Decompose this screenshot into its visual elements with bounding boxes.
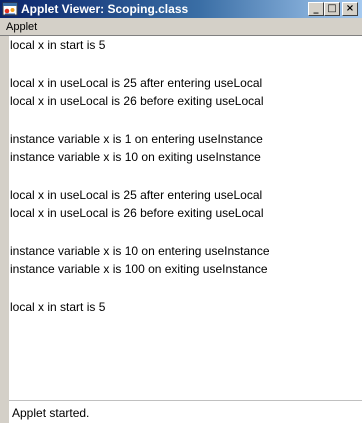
maximize-button[interactable]: □	[324, 2, 340, 16]
menu-bar: Applet	[0, 18, 362, 36]
output-line: local x in useLocal is 25 after entering…	[10, 76, 263, 90]
java-applet-icon[interactable]	[2, 1, 18, 17]
status-bar: Applet started.	[9, 400, 362, 423]
output-line: local x in start is 5	[10, 38, 106, 52]
output-line: local x in useLocal is 26 before exiting…	[10, 94, 264, 108]
output-line: instance variable x is 1 on entering use…	[10, 132, 263, 146]
title-bar[interactable]: Applet Viewer: Scoping.class _ □ ×	[0, 0, 362, 18]
output-line: instance variable x is 10 on entering us…	[10, 244, 270, 258]
output-line: local x in start is 5	[10, 300, 106, 314]
applet-output-area: local x in start is 5 local x in useLoca…	[9, 36, 362, 400]
output-line: instance variable x is 10 on exiting use…	[10, 150, 261, 164]
menu-applet[interactable]: Applet	[6, 20, 37, 34]
output-line: local x in useLocal is 25 after entering…	[10, 188, 263, 202]
applet-viewer-window: Applet Viewer: Scoping.class _ □ × Apple…	[0, 0, 362, 423]
status-text: Applet started.	[12, 406, 90, 420]
window-title: Applet Viewer: Scoping.class	[21, 2, 189, 16]
output-line: local x in useLocal is 26 before exiting…	[10, 206, 264, 220]
output-line: instance variable x is 100 on exiting us…	[10, 262, 268, 276]
minimize-button[interactable]: _	[308, 2, 324, 16]
close-button[interactable]: ×	[342, 2, 358, 16]
window-frame-left	[0, 36, 9, 423]
